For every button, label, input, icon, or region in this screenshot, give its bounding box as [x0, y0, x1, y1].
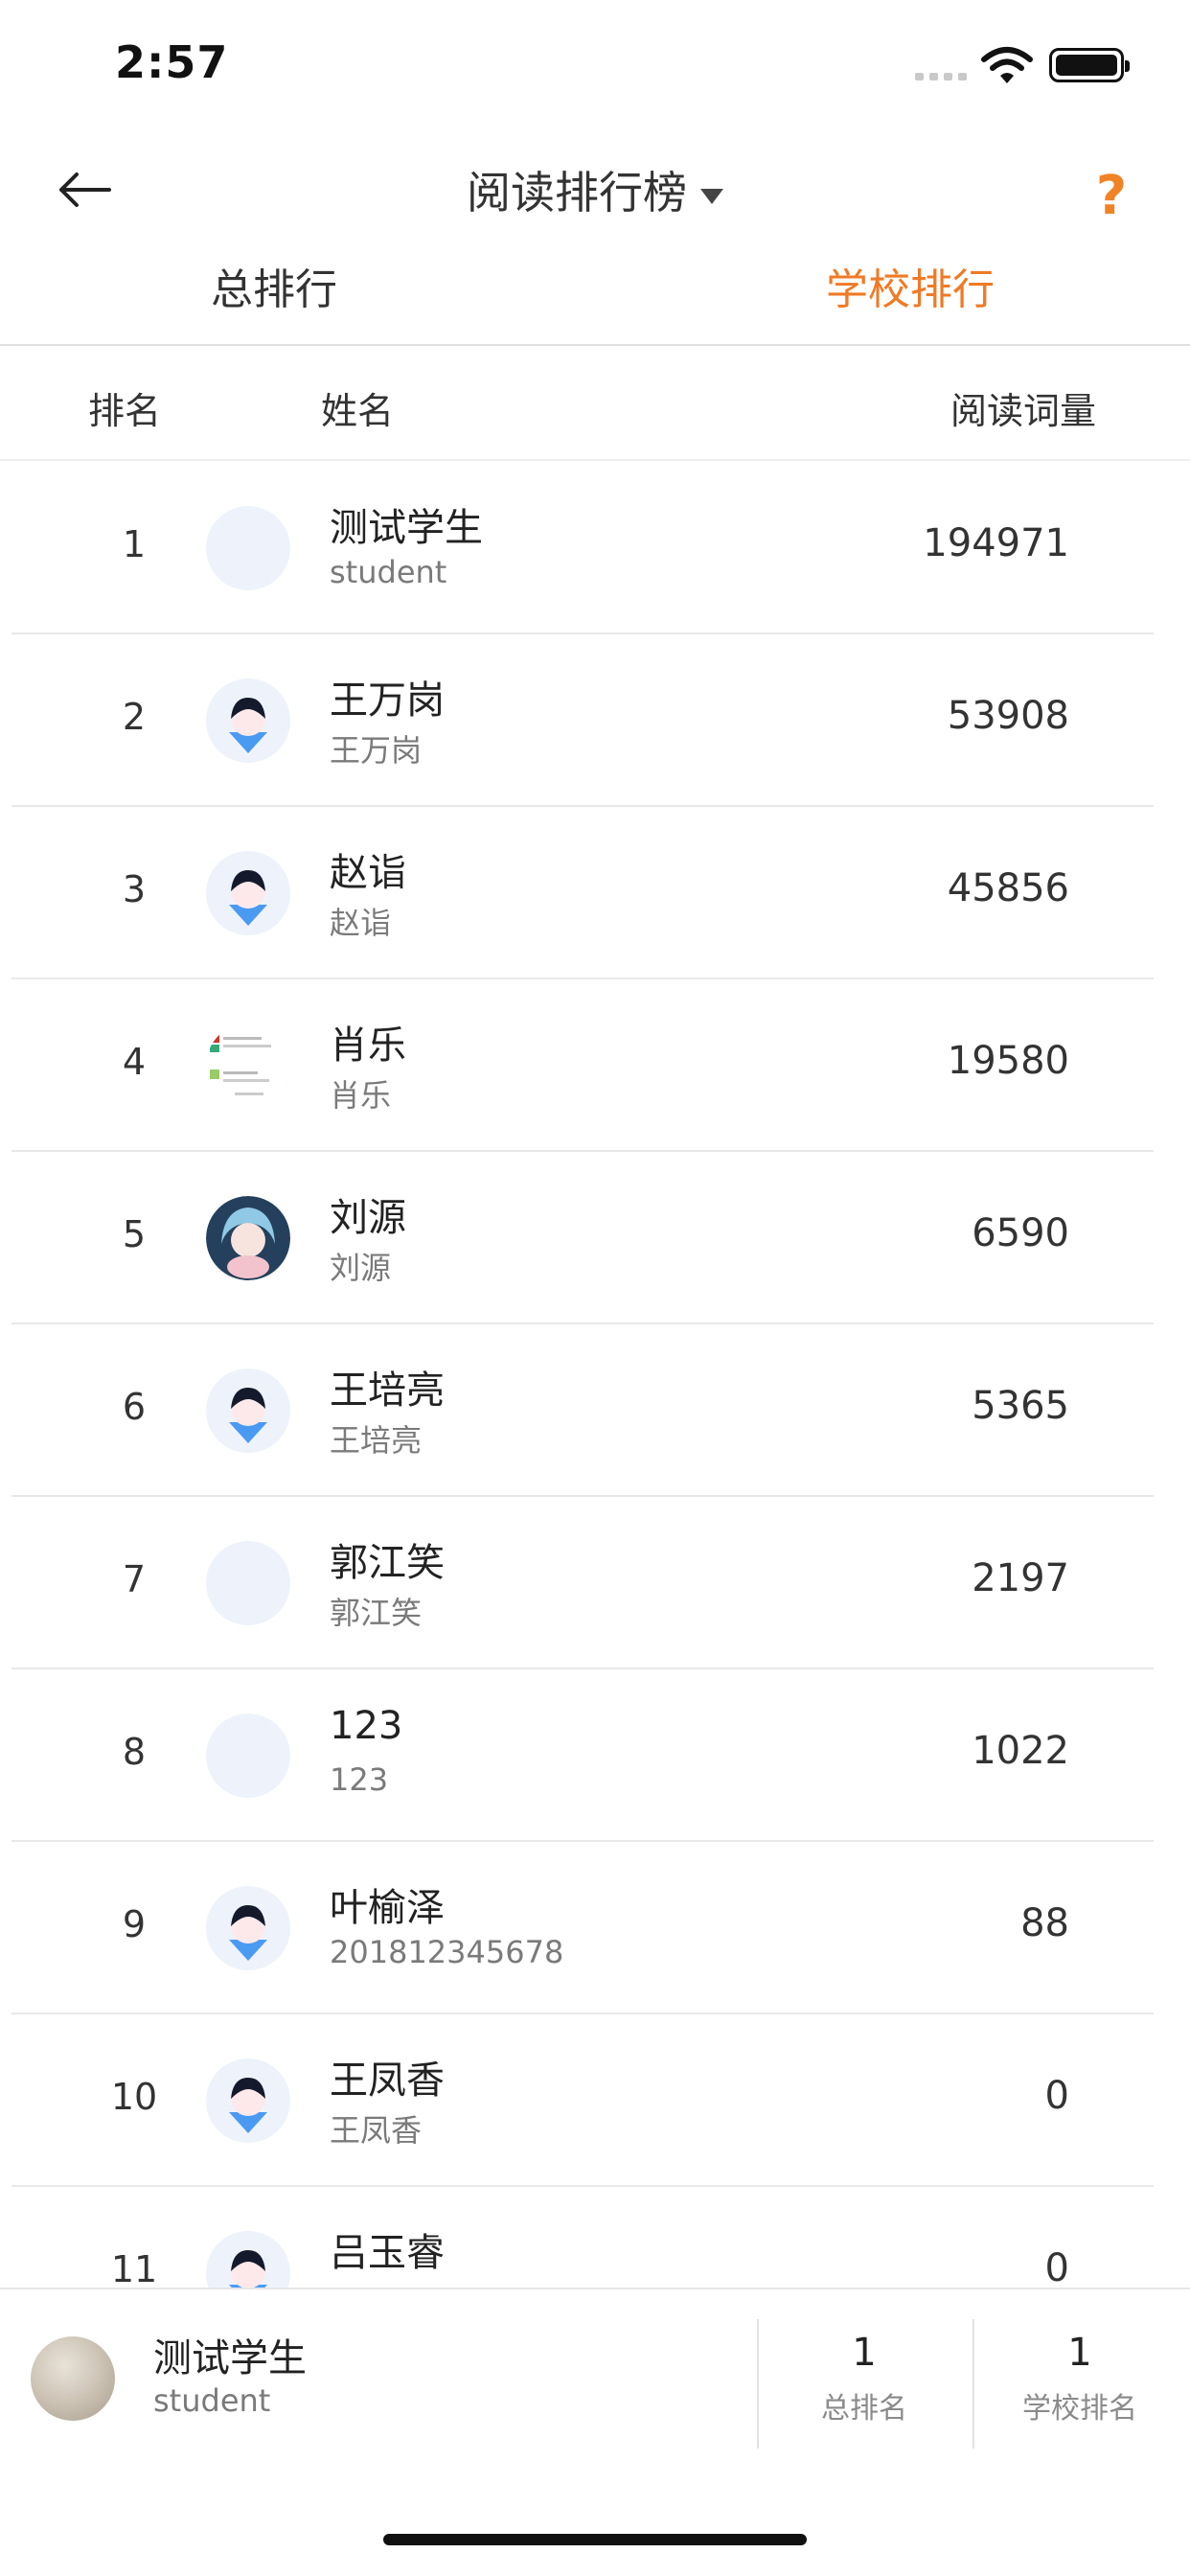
page-title[interactable]: 阅读排行榜	[0, 158, 1190, 221]
row-name: 郭江笑	[330, 1541, 445, 1585]
row-name: 123	[330, 1704, 403, 1748]
row-username: 刘源	[330, 1250, 392, 1286]
black-hole-avatar	[206, 1714, 290, 1798]
row-username: 吕玉睿	[330, 2279, 422, 2288]
row-rank: 6	[122, 1386, 147, 1428]
column-header-name: 姓名	[321, 390, 395, 432]
row-name: 王培亮	[330, 1368, 445, 1413]
row-rank: 11	[110, 2248, 158, 2288]
status-time: 2:57	[115, 36, 229, 88]
row-username: 王万岗	[330, 732, 423, 769]
row-rank: 5	[122, 1213, 147, 1255]
row-word-count: 45856	[947, 866, 1069, 910]
row-word-count: 88	[1020, 1901, 1069, 1945]
row-rank: 8	[122, 1731, 147, 1773]
row-name: 王凤香	[330, 2058, 445, 2103]
table-row[interactable]: 6 王培亮 王培亮 5365	[0, 1324, 1190, 1497]
flower-avatar	[206, 1541, 290, 1625]
page-title-text: 阅读排行榜	[467, 167, 687, 218]
row-word-count: 6590	[972, 1211, 1069, 1255]
row-username: student	[330, 554, 447, 590]
table-row[interactable]: 2 王万岗 王万岗 53908	[0, 634, 1190, 807]
my-school-rank: 1	[1067, 2331, 1092, 2375]
default-avatar	[206, 2231, 290, 2288]
row-rank: 9	[122, 1903, 147, 1945]
row-name: 测试学生	[330, 506, 483, 550]
default-avatar	[206, 2058, 290, 2143]
table-row[interactable]: 5 刘源 刘源 6590	[0, 1152, 1190, 1324]
document-avatar	[206, 1024, 290, 1108]
row-username: 肖乐	[330, 1077, 392, 1114]
my-total-rank: 1	[852, 2331, 877, 2375]
table-row[interactable]: 3 赵诣 赵诣 45856	[0, 807, 1190, 979]
row-rank: 3	[122, 868, 147, 910]
my-school-rank-label: 学校排名	[1022, 2392, 1137, 2426]
help-icon[interactable]: ?	[1087, 165, 1135, 227]
row-name: 赵诣	[330, 851, 406, 895]
row-rank: 4	[122, 1041, 147, 1083]
rock-avatar	[206, 506, 290, 590]
row-rank: 10	[110, 2076, 158, 2118]
table-row[interactable]: 7 郭江笑 郭江笑 2197	[0, 1497, 1190, 1669]
table-row[interactable]: 1 测试学生 student 194971	[0, 462, 1190, 634]
table-row[interactable]: 9 叶榆泽 201812345678 88	[0, 1842, 1190, 2014]
my-name: 测试学生	[153, 2336, 307, 2380]
row-username: 201812345678	[330, 1934, 564, 1970]
stat-divider	[757, 2319, 759, 2449]
dropdown-caret-icon	[700, 188, 723, 204]
table-row[interactable]: 11 吕玉睿 吕玉睿 0	[0, 2187, 1190, 2288]
row-word-count: 1022	[972, 1729, 1069, 1773]
column-header-word-count: 阅读词量	[950, 390, 1097, 432]
home-indicator[interactable]	[383, 2534, 807, 2545]
table-row[interactable]: 4 肖乐 肖乐 19580	[0, 979, 1190, 1152]
row-word-count: 5365	[972, 1384, 1069, 1428]
default-avatar	[206, 1368, 290, 1453]
wifi-icon	[980, 46, 1034, 84]
row-name: 刘源	[330, 1196, 406, 1240]
row-name: 吕玉睿	[330, 2231, 445, 2275]
my-avatar	[31, 2336, 115, 2421]
table-row[interactable]: 10 王凤香 王凤香 0	[0, 2014, 1190, 2187]
row-name: 叶榆泽	[330, 1886, 445, 1930]
ranking-list[interactable]: 1 测试学生 student 194971 2 王万岗 王万岗 53908 3 …	[0, 462, 1190, 2288]
row-word-count: 19580	[947, 1039, 1069, 1083]
row-rank: 1	[122, 523, 147, 565]
header-divider	[0, 459, 1190, 461]
row-rank: 2	[122, 696, 147, 738]
table-row[interactable]: 8 123 123 1022	[0, 1669, 1190, 1842]
cellular-signal-icon	[915, 73, 969, 82]
row-name: 王万岗	[330, 678, 445, 723]
tab-school-ranking[interactable]: 学校排行	[826, 255, 995, 316]
row-word-count: 53908	[947, 694, 1069, 738]
my-username: student	[153, 2382, 271, 2419]
default-avatar	[206, 678, 290, 763]
battery-icon	[1049, 48, 1130, 82]
row-word-count: 0	[1044, 2074, 1069, 2118]
stat-divider	[973, 2319, 974, 2449]
row-username: 赵诣	[330, 905, 392, 941]
row-word-count: 0	[1044, 2246, 1069, 2288]
default-avatar	[206, 1886, 290, 1970]
row-username: 王凤香	[330, 2112, 423, 2149]
row-word-count: 2197	[972, 1556, 1069, 1600]
row-username: 王培亮	[330, 1422, 423, 1459]
row-word-count: 194971	[923, 521, 1069, 565]
column-header-rank: 排名	[88, 390, 162, 432]
tab-overall-ranking[interactable]: 总排行	[211, 255, 337, 316]
row-rank: 7	[122, 1558, 147, 1600]
nav-divider	[0, 344, 1190, 346]
row-name: 肖乐	[330, 1024, 406, 1068]
my-total-rank-label: 总排名	[821, 2392, 907, 2426]
anime-avatar	[206, 1196, 290, 1280]
row-username: 郭江笑	[330, 1595, 423, 1631]
default-avatar	[206, 851, 290, 935]
row-username: 123	[330, 1761, 389, 1798]
bottom-bar-divider	[0, 2288, 1190, 2289]
